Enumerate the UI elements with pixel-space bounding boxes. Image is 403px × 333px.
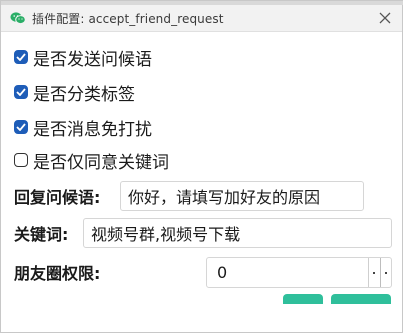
checkbox-keyword-only[interactable]: 是否仅同意关键词 — [14, 146, 169, 174]
checkbox-label: 是否分类标签 — [33, 84, 135, 105]
checkbox-checked-icon[interactable] — [14, 120, 28, 134]
checkbox-checked-icon[interactable] — [14, 85, 28, 99]
dot-icon — [384, 271, 387, 274]
checkbox-send-greeting[interactable]: 是否发送问候语 — [14, 43, 152, 71]
checkbox-classify-tags[interactable]: 是否分类标签 — [14, 78, 135, 106]
plugin-config-dialog: 插件配置: accept_friend_request 是否发送问候语 是否分类… — [0, 0, 403, 333]
checkbox-label: 是否消息免打扰 — [33, 119, 152, 140]
close-icon[interactable] — [374, 7, 396, 29]
checkbox-checked-icon[interactable] — [14, 50, 28, 64]
ok-button[interactable] — [283, 294, 323, 304]
wechat-icon — [10, 10, 26, 26]
keywords-input[interactable]: 视频号群,视频号下载 — [83, 218, 392, 248]
checkbox-mute-messages[interactable]: 是否消息免打扰 — [14, 113, 152, 141]
title-bar: 插件配置: accept_friend_request — [1, 5, 402, 32]
greeting-label: 回复问候语: — [14, 188, 101, 207]
checkbox-label: 是否发送问候语 — [33, 49, 152, 70]
greeting-input[interactable]: 你好，请填写加好友的原因 — [120, 181, 364, 211]
spin-decrement-button[interactable] — [369, 258, 380, 287]
moments-permission-label: 朋友圈权限: — [14, 264, 101, 283]
dot-icon — [373, 271, 376, 274]
moments-permission-spinbox[interactable]: 0 — [206, 257, 392, 288]
spinbox-value[interactable]: 0 — [207, 263, 368, 282]
checkbox-unchecked-icon[interactable] — [14, 153, 28, 167]
spinbox-buttons — [368, 258, 391, 287]
checkbox-label: 是否仅同意关键词 — [33, 152, 169, 173]
spin-increment-button[interactable] — [379, 258, 392, 287]
keywords-label: 关键词: — [14, 225, 69, 244]
cancel-button[interactable] — [331, 294, 391, 304]
window-title: 插件配置: accept_friend_request — [32, 11, 224, 26]
